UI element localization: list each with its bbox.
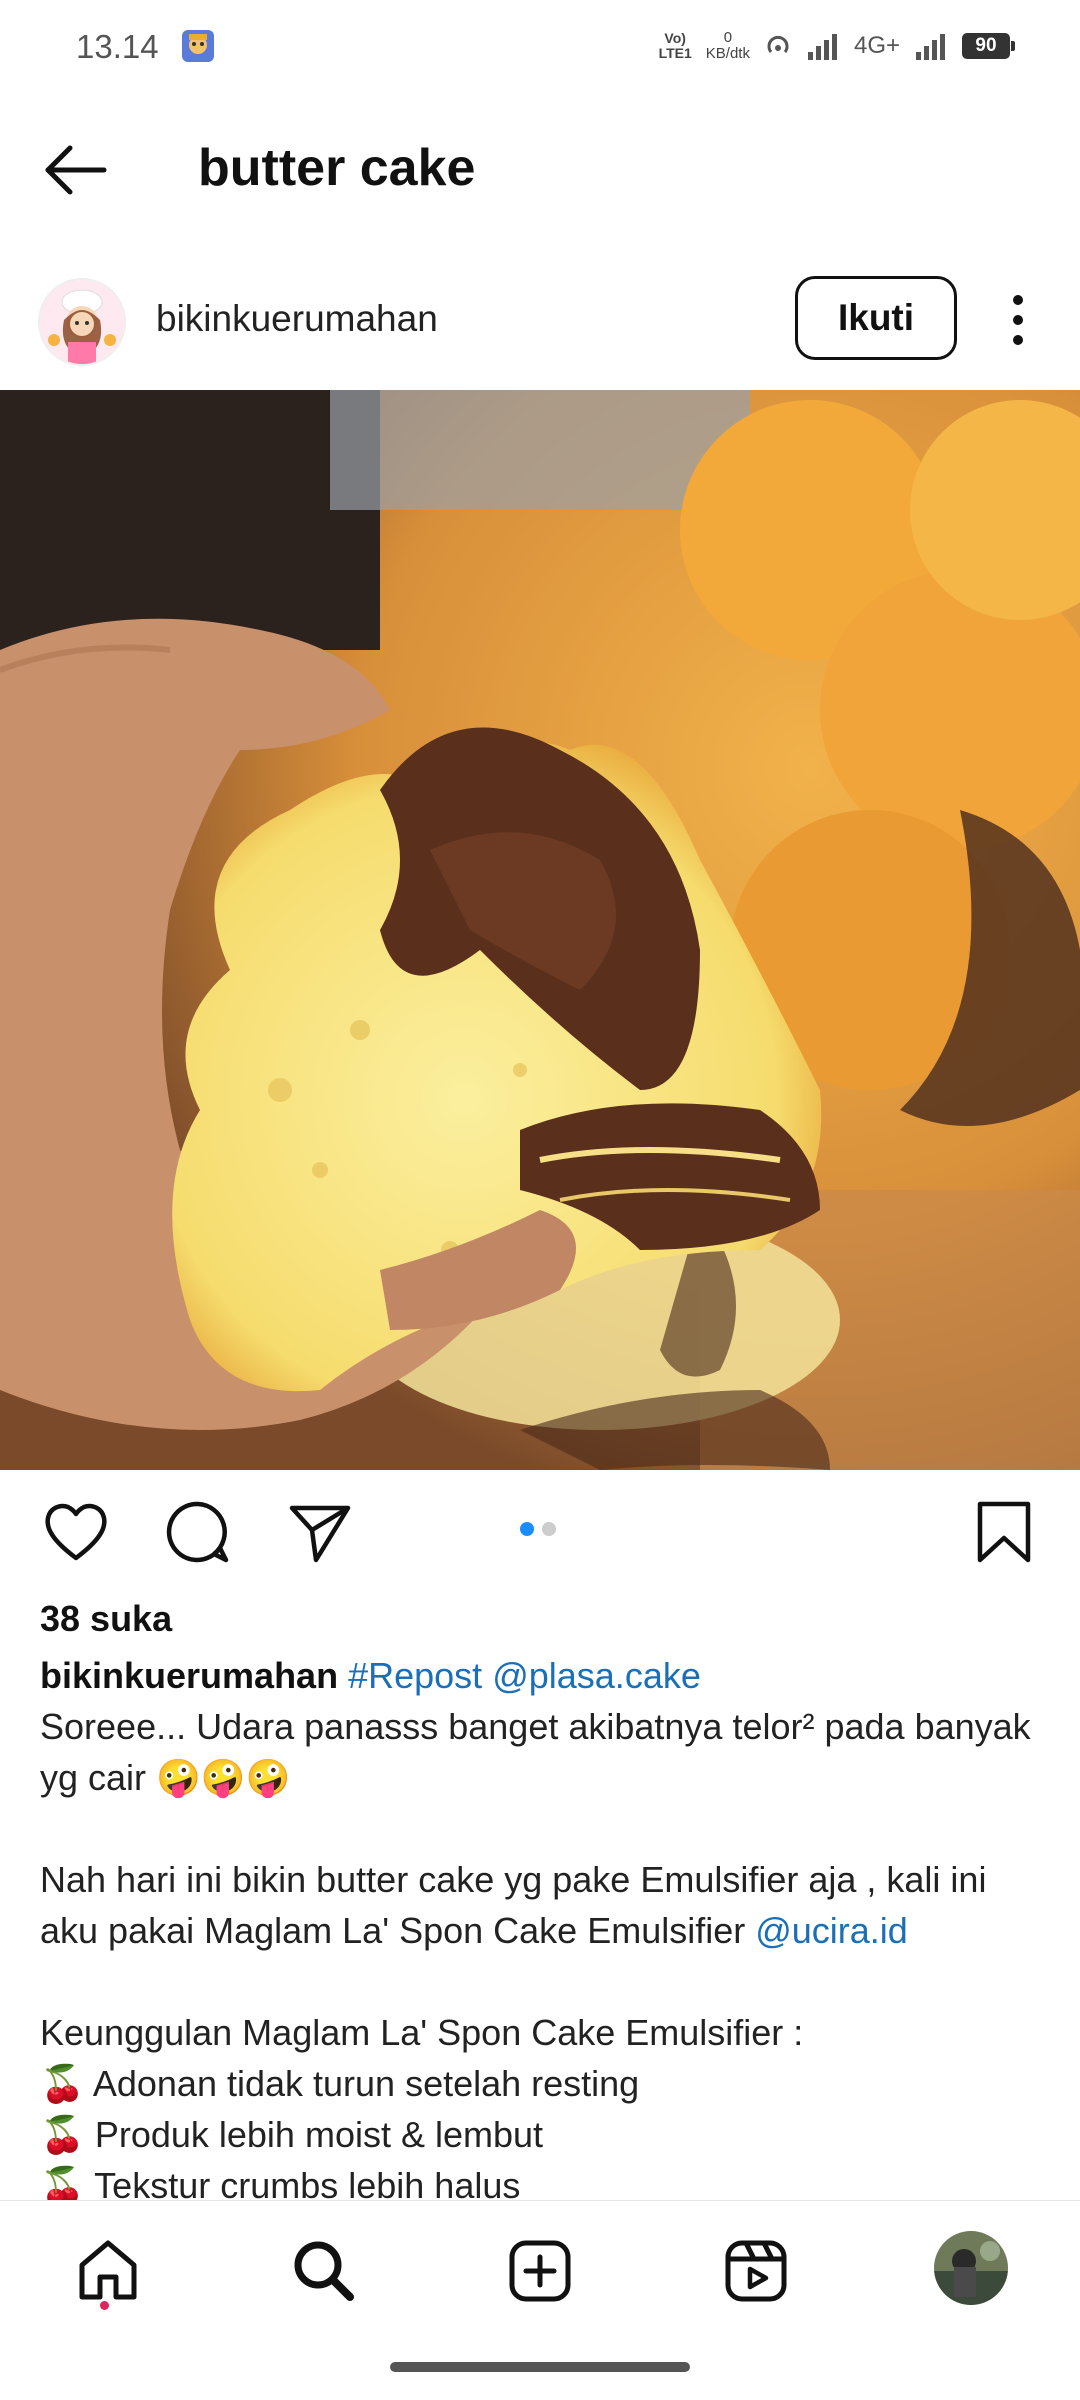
caption-first-line: bikinkuerumahan #Repost @plasa.cake (40, 1650, 1040, 1701)
caption-text-3: Keunggulan Maglam La' Spon Cake Emulsifi… (40, 2012, 804, 2053)
more-options-icon[interactable] (998, 292, 1038, 348)
signal-icon-2 (916, 34, 945, 60)
status-icons: Vo) LTE1 0 KB/dtk 4G+ 90 (658, 26, 1015, 66)
post-photo[interactable] (0, 390, 1080, 1470)
post-header: bikinkuerumahan Ikuti (0, 270, 1080, 370)
signal-icon-1 (807, 34, 837, 60)
bottom-navigation (0, 2200, 1080, 2331)
status-time: 13.14 (76, 28, 159, 65)
cake-photo (0, 390, 1080, 1470)
back-arrow-icon[interactable] (40, 140, 112, 200)
caption-text-2: Nah hari ini bikin butter cake yg pake E… (40, 1859, 987, 1951)
reels-icon[interactable] (720, 2235, 792, 2307)
home-notification-dot (100, 2301, 109, 2310)
mention-link-plasa[interactable]: @plasa.cake (492, 1655, 701, 1696)
hashtag-link[interactable]: #Repost (348, 1655, 482, 1696)
add-post-icon[interactable] (504, 2235, 576, 2307)
author-avatar[interactable] (38, 278, 126, 366)
status-bar: 13.14 Vo) LTE1 0 KB/dtk 4G+ 90 (0, 0, 1080, 96)
carousel-dot-active (520, 1522, 534, 1536)
caption-author[interactable]: bikinkuerumahan (40, 1655, 338, 1696)
network-speed: 0 KB/dtk (705, 29, 750, 62)
caption-bullet-1: 🍒 Adonan tidak turun setelah resting (40, 2063, 640, 2104)
caption-text-1: Soreee... Udara panasss banget akibatnya… (40, 1706, 1031, 1798)
carousel-indicator (520, 1522, 556, 1536)
volte-indicator: Vo) LTE1 (658, 30, 692, 61)
like-heart-icon[interactable] (42, 1498, 110, 1566)
gesture-bar[interactable] (390, 2362, 690, 2372)
profile-avatar[interactable] (934, 2231, 1008, 2305)
post-caption: bikinkuerumahan #Repost @plasa.cake Sore… (40, 1650, 1040, 2211)
share-paper-plane-icon[interactable] (286, 1498, 354, 1566)
page-title: butter cake (198, 139, 476, 197)
caption-bullet-2: 🍒 Produk lebih moist & lembut (40, 2114, 544, 2155)
post-actions (0, 1490, 1080, 1570)
mention-link-ucira[interactable]: @ucira.id (755, 1910, 908, 1951)
home-icon[interactable] (72, 2235, 144, 2307)
network-type: 4G+ (853, 32, 900, 59)
hotspot-icon (767, 35, 789, 53)
notification-app-icon (182, 30, 214, 62)
author-username[interactable]: bikinkuerumahan (156, 298, 438, 340)
follow-button[interactable]: Ikuti (795, 276, 957, 360)
search-icon[interactable] (288, 2235, 360, 2307)
carousel-dot (542, 1522, 556, 1536)
top-bar: butter cake (0, 120, 1080, 220)
likes-count[interactable]: 38 suka (40, 1598, 172, 1640)
battery-indicator: 90 (962, 33, 1015, 59)
comment-icon[interactable] (164, 1498, 232, 1566)
save-bookmark-icon[interactable] (970, 1498, 1038, 1566)
